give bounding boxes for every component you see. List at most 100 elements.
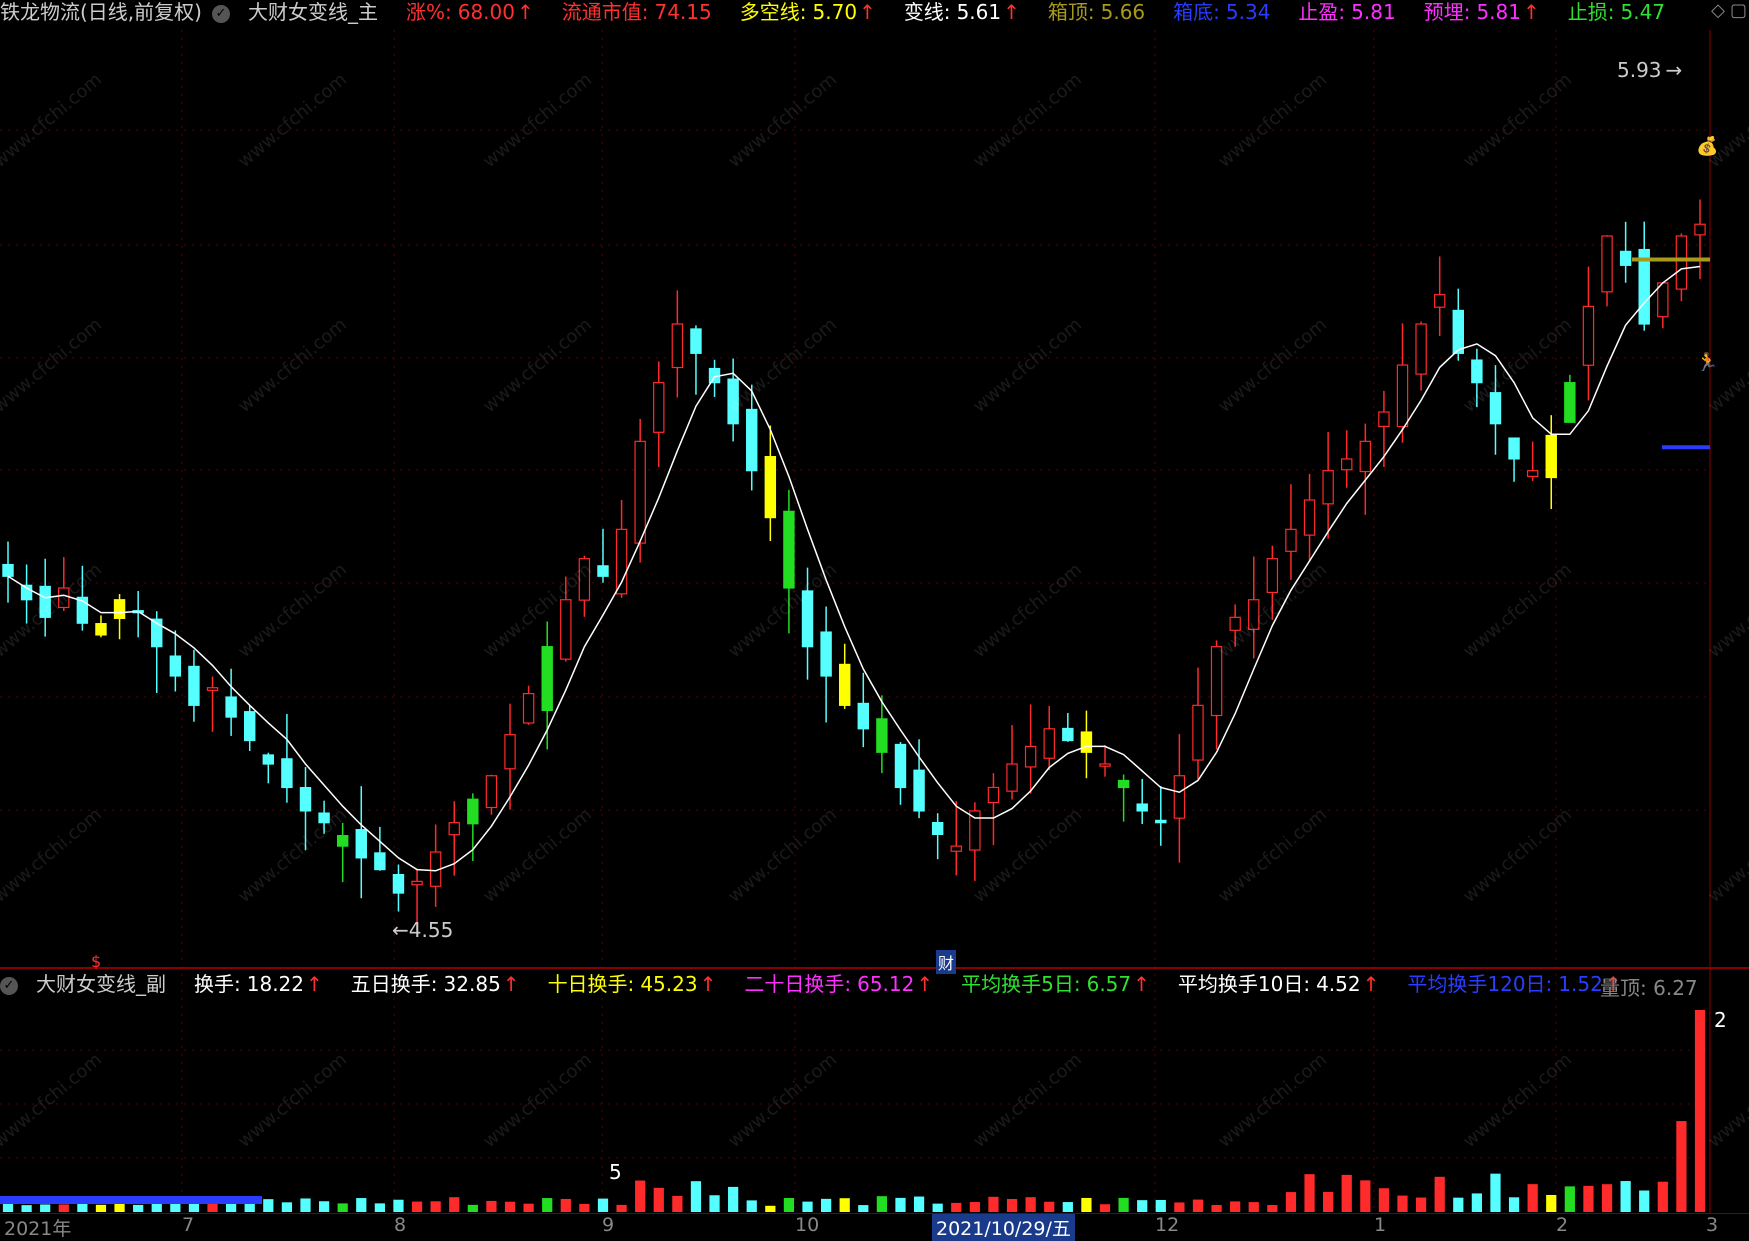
date-label: 12 <box>1155 1214 1180 1236</box>
volume-bar <box>1267 1205 1278 1212</box>
candle-body <box>1136 803 1148 812</box>
candle-body <box>1043 728 1055 759</box>
candle-body <box>876 718 888 753</box>
volume-bar <box>1397 1195 1408 1212</box>
candle-body <box>578 558 591 601</box>
up-arrow-icon: ↑ <box>306 972 323 996</box>
low-price-label: ←4.55 <box>392 918 454 942</box>
volume-bar <box>728 1186 739 1212</box>
candle-body <box>1229 616 1241 631</box>
candle-body <box>1433 294 1446 308</box>
avg-turnover-band <box>0 1196 262 1204</box>
candle-body <box>634 440 646 544</box>
candle-body <box>1489 392 1502 425</box>
candle-body <box>560 599 572 660</box>
volume-bar <box>1230 1201 1241 1212</box>
volume-bar <box>932 1203 943 1212</box>
candle-body <box>1601 235 1613 293</box>
sub-indicator-settings-icon[interactable]: ✓ <box>0 972 32 996</box>
date-axis: 2021年 7 8 9 10 2021/10/29/五 12 1 2 3 <box>0 1213 1749 1241</box>
date-label: 2 <box>1556 1214 1569 1236</box>
volume-bar <box>988 1196 999 1212</box>
sub-indicator-values: 换手: 18.22 ↑ 五日换手: 32.85 ↑ 十日换手: 45.23 ↑ 二十日换手: 65.… <box>180 972 1636 996</box>
volume-bar <box>1657 1181 1668 1212</box>
volume-bar <box>504 1201 516 1212</box>
volume-bar <box>1415 1197 1427 1212</box>
volume-bar <box>430 1201 441 1212</box>
volume-bar <box>356 1198 367 1212</box>
volume-bar <box>411 1201 423 1212</box>
sub-label-5: 5 <box>609 1160 622 1184</box>
candle-body <box>244 711 256 742</box>
candle-body <box>188 665 200 706</box>
volume-bar <box>1081 1197 1092 1212</box>
volume-bar <box>1490 1173 1501 1212</box>
volume-bar <box>300 1198 311 1212</box>
up-arrow-icon: ↑ <box>502 972 520 996</box>
dollar-marker: $ <box>91 952 102 971</box>
volume-bar <box>114 1202 125 1212</box>
volume-bar <box>820 1198 832 1212</box>
price-chart[interactable] <box>0 0 1749 1237</box>
volume-bar <box>690 1181 702 1212</box>
up-arrow-icon: ↑ <box>1362 972 1380 996</box>
candle-body <box>355 829 367 859</box>
candle-body <box>1582 305 1595 366</box>
volume-bar <box>597 1198 609 1212</box>
sub-header: ✓ 大财女变线_副 换手: 18.22 ↑ 五日换手: 32.85 ↑ 十日换手: 45.23… <box>0 972 1636 996</box>
sub-label-2: 2 <box>1714 1008 1727 1032</box>
candle-body <box>690 328 702 354</box>
volume-top-readout: 量顶: 6.27 <box>1600 976 1698 1000</box>
candle-body <box>1471 359 1483 384</box>
candle-body <box>1099 763 1111 767</box>
candle-body <box>1285 528 1297 552</box>
volume-bar <box>1378 1188 1390 1212</box>
volume-bar <box>1118 1197 1129 1212</box>
volume-bar <box>876 1196 888 1212</box>
sub_header-item-value: 4.52 <box>1316 972 1361 996</box>
candle-body <box>39 585 51 618</box>
candle-body <box>281 758 293 789</box>
volume-bar <box>58 1204 69 1212</box>
volume-bar <box>635 1180 646 1212</box>
volume-bar <box>579 1203 590 1212</box>
volume-bar <box>616 1204 627 1212</box>
candle-body <box>448 822 460 836</box>
volume-bar <box>560 1198 571 1212</box>
candle-body <box>1545 434 1557 479</box>
volume-bar <box>765 1205 776 1212</box>
sub_header-item-4: 平均换手5日: 6.57 ↑ <box>961 972 1150 996</box>
date-label: 7 <box>182 1214 195 1236</box>
volume-bar <box>1620 1181 1631 1212</box>
candle-body <box>1062 727 1074 742</box>
volume-bar <box>913 1196 925 1212</box>
candle-body <box>764 456 777 519</box>
sub_header-item-label: 平均换手5日: <box>961 972 1081 996</box>
sub_header-item-value: 65.12 <box>857 972 915 996</box>
volume-bar <box>1527 1184 1538 1212</box>
sub_header-item-0: 换手: 18.22 ↑ <box>194 972 323 996</box>
date-label: 8 <box>394 1214 407 1236</box>
candle-body <box>1396 364 1409 428</box>
candle-body <box>225 696 237 718</box>
candle-body <box>1322 470 1334 505</box>
volume-bar <box>895 1197 906 1212</box>
volume-bar <box>542 1198 553 1212</box>
up-arrow-icon: ↑ <box>1133 972 1150 996</box>
sub_header-item-value: 32.85 <box>443 972 501 996</box>
candle-body <box>1452 309 1464 354</box>
volume-bar <box>1323 1191 1334 1212</box>
volume-bar <box>1676 1121 1687 1212</box>
volume-bar <box>839 1198 850 1212</box>
candle-body <box>950 845 962 852</box>
sub_header-item-value: 18.22 <box>246 972 305 996</box>
sub-indicator-name[interactable]: 大财女变线_副 <box>36 972 166 996</box>
volume-bar <box>1583 1185 1594 1212</box>
up-arrow-icon: ↑ <box>916 972 934 996</box>
candle-body <box>820 631 832 677</box>
sub_header-item-value: 6.57 <box>1086 972 1132 996</box>
volume-bar <box>1601 1184 1613 1212</box>
candle-body <box>1378 411 1390 427</box>
volume-bar <box>1062 1202 1073 1212</box>
volume-bar <box>672 1195 683 1212</box>
